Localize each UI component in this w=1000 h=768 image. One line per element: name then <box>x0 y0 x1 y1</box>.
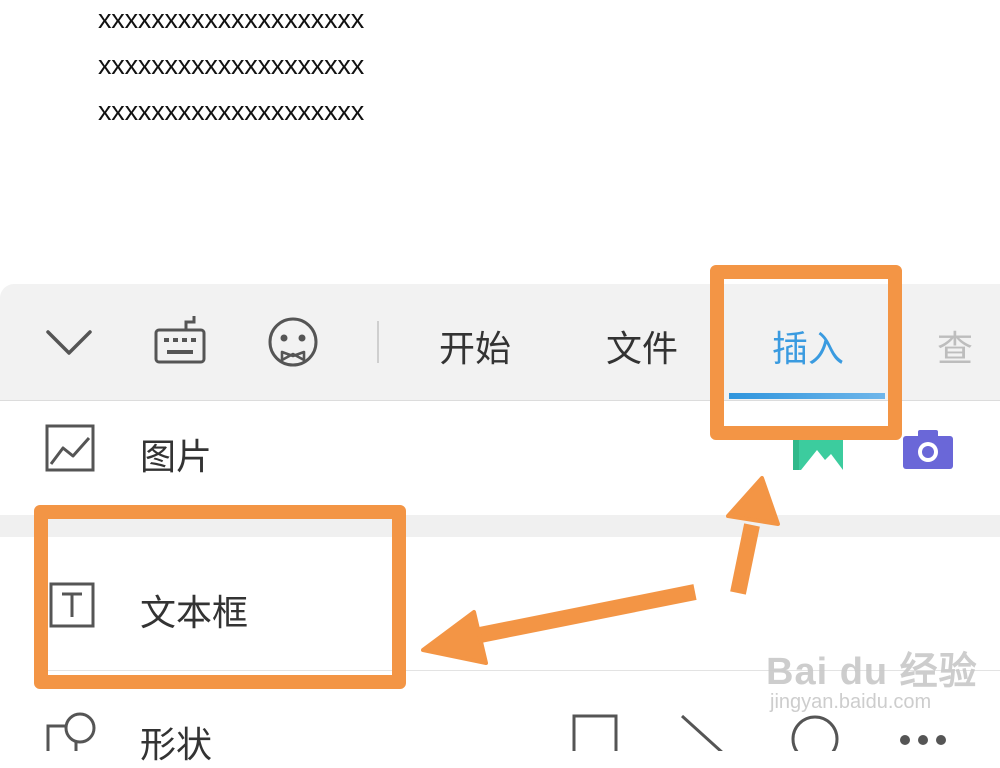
arrow-head-left <box>421 610 488 665</box>
arrow-head-up <box>726 476 780 526</box>
arrow-shaft-left <box>468 584 697 645</box>
arrow-shaft-up <box>730 523 760 595</box>
annotation-arrows <box>421 476 780 665</box>
